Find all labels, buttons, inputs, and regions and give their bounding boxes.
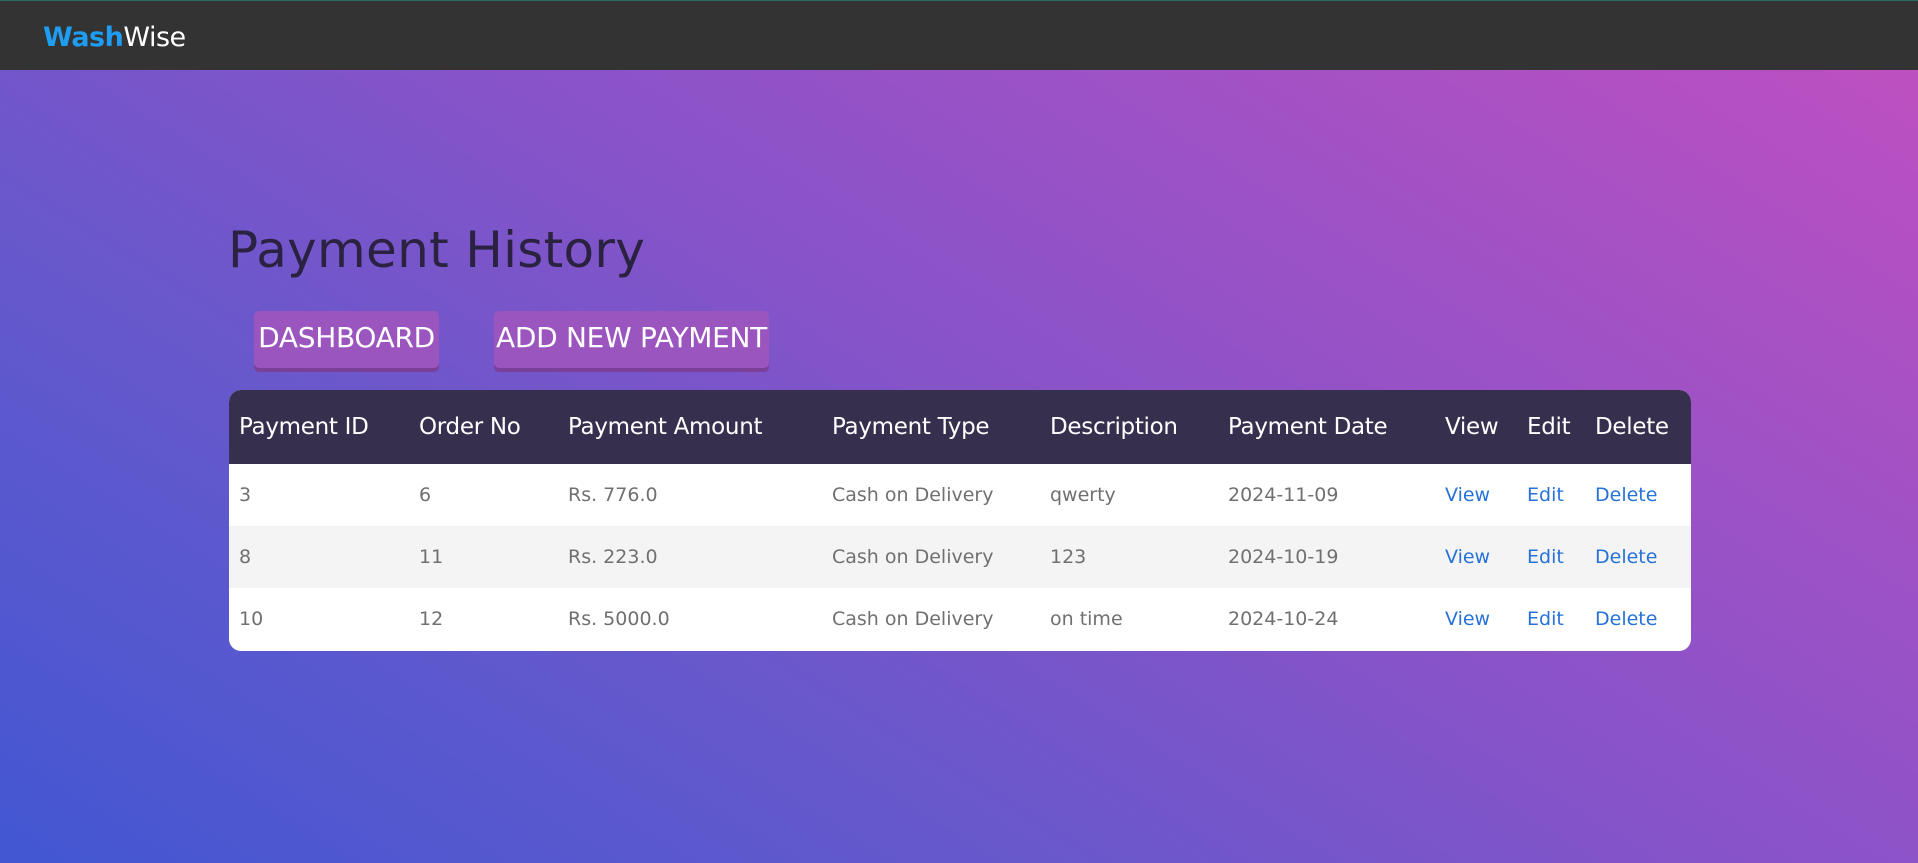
table-header-row: Payment ID Order No Payment Amount Payme… — [229, 390, 1691, 464]
header-order-no: Order No — [419, 414, 521, 440]
add-new-payment-button[interactable]: ADD NEW PAYMENT — [494, 311, 769, 368]
cell-description: 123 — [1050, 546, 1087, 568]
header-edit: Edit — [1527, 414, 1571, 440]
navbar: WashWise — [0, 0, 1918, 70]
cell-type: Cash on Delivery — [832, 484, 994, 506]
cell-description: qwerty — [1050, 484, 1116, 506]
logo-wise: Wise — [123, 22, 186, 53]
table-row: 10 12 Rs. 5000.0 Cash on Delivery on tim… — [229, 588, 1691, 650]
edit-link[interactable]: Edit — [1527, 546, 1564, 568]
header-view: View — [1445, 414, 1499, 440]
cell-type: Cash on Delivery — [832, 546, 994, 568]
cell-amount: Rs. 776.0 — [568, 484, 658, 506]
delete-link[interactable]: Delete — [1595, 546, 1657, 568]
payment-table: Payment ID Order No Payment Amount Payme… — [229, 390, 1691, 650]
cell-amount: Rs. 5000.0 — [568, 608, 670, 630]
delete-link[interactable]: Delete — [1595, 608, 1657, 630]
header-payment-id: Payment ID — [239, 414, 369, 440]
view-link[interactable]: View — [1445, 484, 1490, 506]
cell-order-no: 12 — [419, 608, 444, 630]
header-payment-date: Payment Date — [1228, 414, 1388, 440]
cell-date: 2024-11-09 — [1228, 484, 1339, 506]
cell-description: on time — [1050, 608, 1123, 630]
edit-link[interactable]: Edit — [1527, 608, 1564, 630]
logo-wash: Wash — [43, 22, 124, 53]
cell-payment-id: 8 — [239, 546, 252, 568]
header-description: Description — [1050, 414, 1178, 440]
cell-order-no: 11 — [419, 546, 444, 568]
delete-link[interactable]: Delete — [1595, 484, 1657, 506]
cell-type: Cash on Delivery — [832, 608, 994, 630]
brand-logo[interactable]: WashWise — [43, 20, 186, 56]
cell-date: 2024-10-24 — [1228, 608, 1339, 630]
page-title: Payment History — [228, 221, 646, 279]
dashboard-button[interactable]: DASHBOARD — [254, 311, 439, 368]
cell-date: 2024-10-19 — [1228, 546, 1339, 568]
payment-table-container: Payment ID Order No Payment Amount Payme… — [229, 390, 1691, 651]
header-payment-amount: Payment Amount — [568, 414, 763, 440]
cell-payment-id: 3 — [239, 484, 252, 506]
table-row: 3 6 Rs. 776.0 Cash on Delivery qwerty 20… — [229, 464, 1691, 526]
header-delete: Delete — [1595, 414, 1669, 440]
table-row: 8 11 Rs. 223.0 Cash on Delivery 123 2024… — [229, 526, 1691, 588]
view-link[interactable]: View — [1445, 608, 1490, 630]
cell-amount: Rs. 223.0 — [568, 546, 658, 568]
header-payment-type: Payment Type — [832, 414, 990, 440]
cell-order-no: 6 — [419, 484, 432, 506]
edit-link[interactable]: Edit — [1527, 484, 1564, 506]
view-link[interactable]: View — [1445, 546, 1490, 568]
cell-payment-id: 10 — [239, 608, 264, 630]
